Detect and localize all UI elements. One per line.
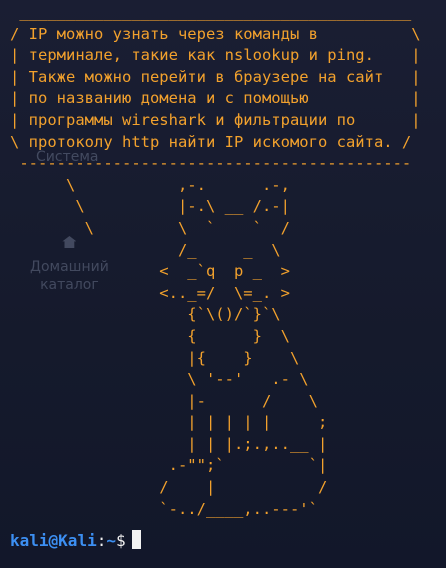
prompt-separator: :	[96, 531, 107, 550]
prompt-host: Kali	[58, 531, 97, 550]
text-cursor[interactable]	[131, 530, 141, 549]
prompt-sign: $	[115, 531, 126, 550]
terminal-window[interactable]: Система Домашний каталог _______________…	[0, 0, 446, 568]
prompt-path: ~	[106, 531, 116, 550]
prompt-user: kali	[10, 531, 49, 550]
shell-prompt[interactable]: kali@Kali:~$	[10, 530, 141, 552]
cowsay-output: ________________________________________…	[10, 3, 421, 518]
prompt-at: @	[48, 531, 59, 550]
